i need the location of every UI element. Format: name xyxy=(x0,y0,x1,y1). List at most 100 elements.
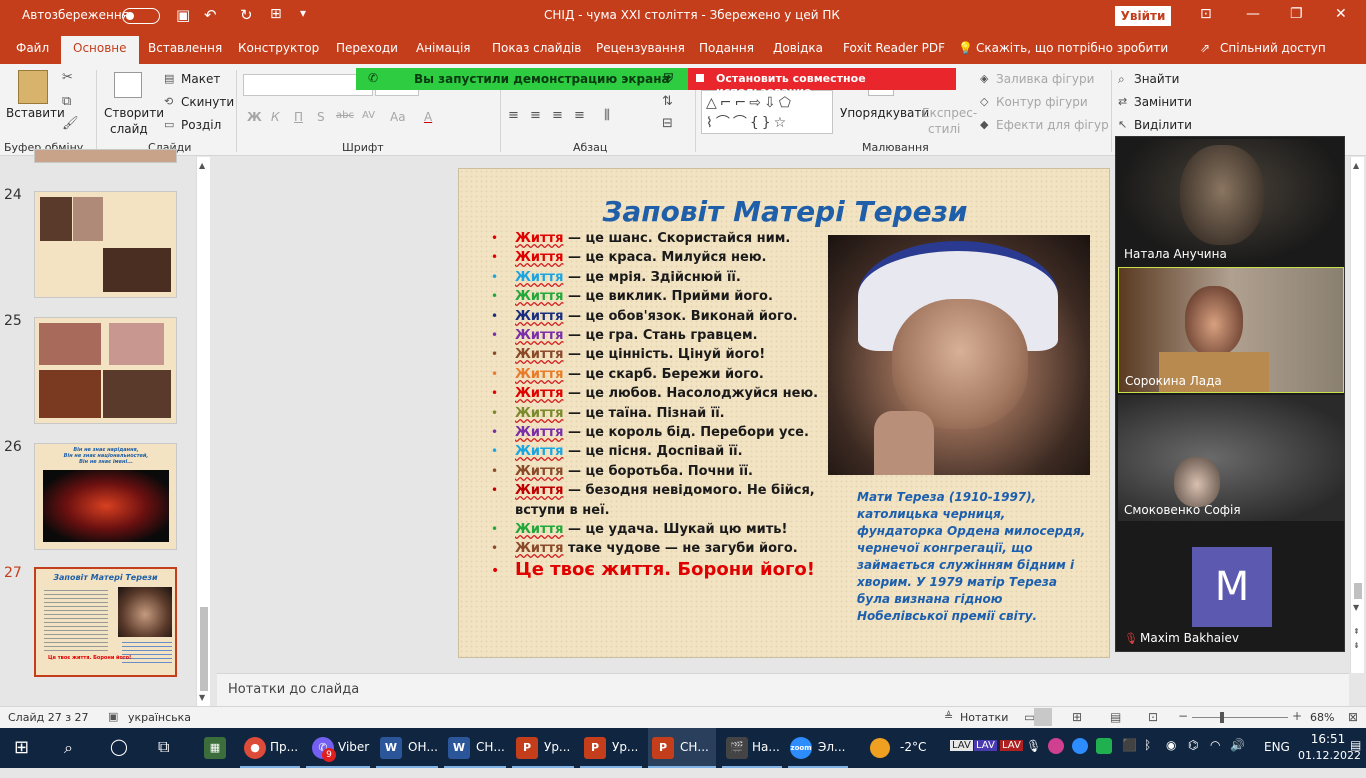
tray-app-icon[interactable] xyxy=(1096,738,1112,754)
taskbar-word-1[interactable]: W ОН... xyxy=(376,728,438,768)
slide-list-item[interactable]: Життя — це любов. Насолоджуйся нею. xyxy=(515,386,818,401)
slide-list-item[interactable]: Життя — це король бід. Перебори усе. xyxy=(515,425,809,440)
weather-icon[interactable] xyxy=(870,738,890,758)
share-button[interactable]: Спільний доступ xyxy=(1220,41,1326,55)
shape-outline-button[interactable]: Контур фігури xyxy=(996,95,1088,109)
participant-tile[interactable]: M 🎙 Maxim Bakhaiev xyxy=(1118,523,1344,649)
slide-list-item[interactable]: Життя — це мрія. Здійснюй її. xyxy=(515,270,741,285)
normal-view-icon[interactable] xyxy=(1034,708,1052,726)
tab-file[interactable]: Файл xyxy=(16,41,49,55)
underline-button[interactable]: П xyxy=(294,110,303,124)
taskbar-film-app[interactable]: 🎬 На... xyxy=(722,728,782,768)
prev-slide-double-icon[interactable]: ⇞ xyxy=(1353,627,1360,636)
language-status[interactable]: українська xyxy=(128,711,191,724)
volume-icon[interactable]: 🔊 xyxy=(1230,738,1245,752)
bold-button[interactable]: Ж xyxy=(247,110,262,124)
tab-insert[interactable]: Вставлення xyxy=(148,41,222,55)
paste-icon[interactable] xyxy=(18,70,48,104)
slide-list-item[interactable]: Життя таке чудове — не загуби його. xyxy=(515,541,798,556)
quick-styles-label-1[interactable]: Експрес- xyxy=(922,106,977,120)
current-slide[interactable]: Заповіт Матері Терези • Життя — це шанс. … xyxy=(458,168,1110,658)
section-button[interactable]: Розділ xyxy=(181,118,221,132)
tray-app-icon[interactable]: LAV xyxy=(1000,740,1023,751)
tab-review[interactable]: Рецензування xyxy=(596,41,685,55)
spellcheck-icon[interactable]: ▣ xyxy=(108,710,118,723)
arrange-button[interactable]: Упорядкувати xyxy=(840,106,929,120)
redo-icon[interactable]: ↻ xyxy=(240,6,253,24)
shape-fill-icon[interactable]: ◈ xyxy=(980,72,988,85)
align-right-icon[interactable]: ≡ xyxy=(552,108,563,123)
taskbar-viber[interactable]: ✆ 9 Viber xyxy=(306,728,370,768)
zoom-out-icon[interactable]: − xyxy=(1178,709,1188,723)
tab-design[interactable]: Конструктор xyxy=(238,41,319,55)
align-center-icon[interactable]: ≡ xyxy=(530,108,541,123)
clock-time[interactable]: 16:51 xyxy=(1306,732,1350,746)
zoom-slider-thumb[interactable] xyxy=(1220,712,1224,723)
participant-tile[interactable]: Натала Анучина xyxy=(1118,139,1344,265)
paste-button[interactable]: Вставити xyxy=(6,106,65,120)
ribbon-display-icon[interactable]: ⊡ xyxy=(1200,6,1212,22)
slide-list-item[interactable]: Життя — безодня невідомого. Не бійся, xyxy=(515,483,815,498)
select-button[interactable]: Виділити xyxy=(1134,118,1192,132)
find-button[interactable]: Знайти xyxy=(1134,72,1179,86)
new-slide-icon[interactable] xyxy=(114,72,142,98)
calculator-icon[interactable]: ▦ xyxy=(204,737,226,759)
close-icon[interactable]: ✕ xyxy=(1335,6,1347,22)
slide-list-item[interactable]: вступи в неї. xyxy=(515,503,610,518)
tray-app-icon[interactable]: ◉ xyxy=(1166,738,1176,752)
next-slide-double-icon[interactable]: ⇟ xyxy=(1353,641,1360,650)
taskbar-powerpoint-active[interactable]: P СН... xyxy=(648,728,716,768)
change-case-button[interactable]: Aa xyxy=(390,110,406,124)
slideshow-icon[interactable]: ⊡ xyxy=(1148,710,1158,724)
slide-list-item[interactable]: Життя — це цінність. Цінуй його! xyxy=(515,347,765,362)
replace-icon[interactable]: ⇄ xyxy=(1118,95,1127,108)
weather-temp[interactable]: -2°C xyxy=(900,740,926,754)
cortana-icon[interactable]: ◯ xyxy=(110,737,128,777)
slide-list-item[interactable]: Життя — це таїна. Пізнай її. xyxy=(515,406,725,421)
slide-final-line[interactable]: Це твоє життя. Борони його! xyxy=(515,559,815,580)
reset-icon[interactable]: ⟲ xyxy=(164,95,173,108)
strikethrough-button[interactable]: abc xyxy=(336,110,354,121)
tray-app-icon[interactable]: ⬛ xyxy=(1122,738,1137,752)
taskbar-zoom[interactable]: zoom Эл... xyxy=(788,728,848,768)
input-language[interactable]: ENG xyxy=(1264,740,1290,754)
tell-me-search[interactable]: Скажіть, що потрібно зробити xyxy=(976,41,1168,55)
notes-placeholder[interactable]: Нотатки до слайда xyxy=(228,682,359,697)
shape-outline-icon[interactable]: ◇ xyxy=(980,95,988,108)
new-slide-label-1[interactable]: Створити xyxy=(104,106,164,120)
scroll-up-icon[interactable]: ▲ xyxy=(1353,161,1359,170)
layout-button[interactable]: Макет xyxy=(181,72,220,86)
notes-toggle-icon[interactable]: ≜ xyxy=(944,710,953,723)
italic-button[interactable]: К xyxy=(271,110,280,124)
slide-title[interactable]: Заповіт Матері Терези xyxy=(459,195,1109,228)
tray-app-icon[interactable]: LAV xyxy=(974,740,997,751)
shadow-button[interactable]: S xyxy=(317,110,325,124)
slide-scrollbar[interactable]: ▲ ▼ ⇞ ⇟ xyxy=(1350,157,1364,673)
char-spacing-button[interactable]: AV xyxy=(362,110,375,121)
presenter-icon[interactable]: ⊞ xyxy=(270,6,282,22)
font-color-button[interactable]: A xyxy=(424,110,432,124)
tray-app-icon[interactable] xyxy=(1048,738,1064,754)
thumbnail-26[interactable]: Він не знає нарідання, Він не знає націо… xyxy=(34,443,177,550)
find-icon[interactable]: ⌕ xyxy=(1118,72,1125,87)
participant-tile[interactable]: Смоковенко Софія xyxy=(1118,395,1344,521)
tab-view[interactable]: Подання xyxy=(699,41,754,55)
zoom-level[interactable]: 68% xyxy=(1310,711,1334,724)
slide-list-item[interactable]: Життя — це пісня. Доспівай її. xyxy=(515,444,743,459)
replace-button[interactable]: Замінити xyxy=(1134,95,1192,109)
participant-tile-active[interactable]: Сорокина Лада xyxy=(1118,267,1344,393)
stop-share-button[interactable]: Остановить совместное использование xyxy=(688,68,956,98)
tab-home[interactable]: Основне xyxy=(61,36,139,64)
slide-sorter-icon[interactable]: ⊞ xyxy=(1072,710,1082,724)
slide-list-item[interactable]: Життя — це виклик. Прийми його. xyxy=(515,289,773,304)
wifi-icon[interactable]: ◠ xyxy=(1210,738,1220,752)
share-icon[interactable]: ⇗ xyxy=(1200,41,1210,55)
taskbar-powerpoint-2[interactable]: P Ур... xyxy=(580,728,642,768)
photo-caption[interactable]: Мати Тереза (1910-1997), католицька черн… xyxy=(857,489,1087,625)
scroll-up-icon[interactable]: ▲ xyxy=(199,161,205,170)
customize-qat-icon[interactable]: ▾ xyxy=(300,6,306,20)
reading-view-icon[interactable]: ▤ xyxy=(1110,710,1121,724)
windows-start-icon[interactable]: ⊞ xyxy=(14,737,29,777)
shape-effects-icon[interactable]: ◆ xyxy=(980,118,988,131)
align-text-icon[interactable]: ⊟ xyxy=(662,116,673,131)
